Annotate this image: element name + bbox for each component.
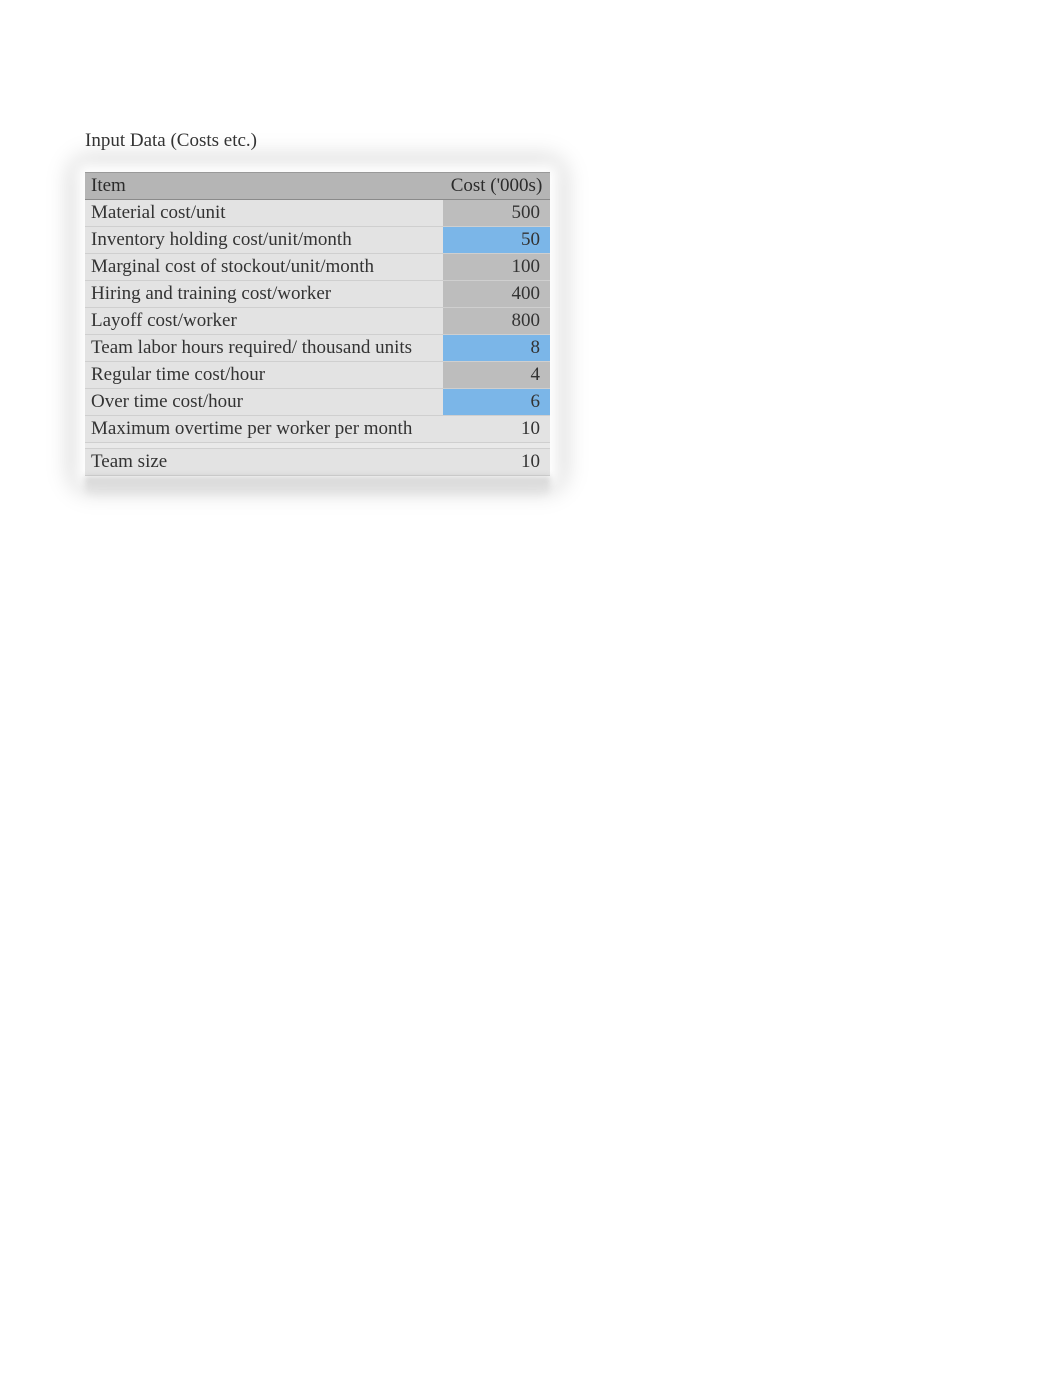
cell-cost: 100 [443, 254, 550, 281]
table-row: Team labor hours required/ thousand unit… [85, 335, 550, 362]
table-header-row: Item Cost ('000s) [85, 173, 550, 200]
cell-item: Team labor hours required/ thousand unit… [85, 335, 443, 362]
cell-item: Inventory holding cost/unit/month [85, 227, 443, 254]
cell-cost: 800 [443, 308, 550, 335]
cell-item: Hiring and training cost/worker [85, 281, 443, 308]
cell-cost: 500 [443, 200, 550, 227]
table-row: Material cost/unit 500 [85, 200, 550, 227]
cost-table: Item Cost ('000s) Material cost/unit 500… [85, 172, 550, 476]
cell-cost: 10 [443, 449, 550, 476]
table-row: Inventory holding cost/unit/month 50 [85, 227, 550, 254]
header-cost: Cost ('000s) [443, 173, 550, 200]
cell-item: Marginal cost of stockout/unit/month [85, 254, 443, 281]
cell-cost: 8 [443, 335, 550, 362]
cell-cost: 4 [443, 362, 550, 389]
table-body: Material cost/unit 500 Inventory holding… [85, 200, 550, 476]
header-item: Item [85, 173, 443, 200]
cell-item: Material cost/unit [85, 200, 443, 227]
table-row: Maximum overtime per worker per month 10 [85, 416, 550, 443]
cell-item: Maximum overtime per worker per month [85, 416, 443, 443]
table-row: Marginal cost of stockout/unit/month 100 [85, 254, 550, 281]
table-row: Layoff cost/worker 800 [85, 308, 550, 335]
table-row: Team size 10 [85, 449, 550, 476]
table-row: Regular time cost/hour 4 [85, 362, 550, 389]
cell-cost: 10 [443, 416, 550, 443]
cell-item: Layoff cost/worker [85, 308, 443, 335]
cost-table-wrapper: Item Cost ('000s) Material cost/unit 500… [85, 172, 550, 476]
table-row: Hiring and training cost/worker 400 [85, 281, 550, 308]
cell-cost: 6 [443, 389, 550, 416]
cell-item: Over time cost/hour [85, 389, 443, 416]
cell-cost: 50 [443, 227, 550, 254]
cell-item: Regular time cost/hour [85, 362, 443, 389]
cell-item: Team size [85, 449, 443, 476]
table-bottom-shadow [85, 476, 550, 498]
cell-cost: 400 [443, 281, 550, 308]
table-row: Over time cost/hour 6 [85, 389, 550, 416]
page-title: Input Data (Costs etc.) [85, 130, 1062, 152]
